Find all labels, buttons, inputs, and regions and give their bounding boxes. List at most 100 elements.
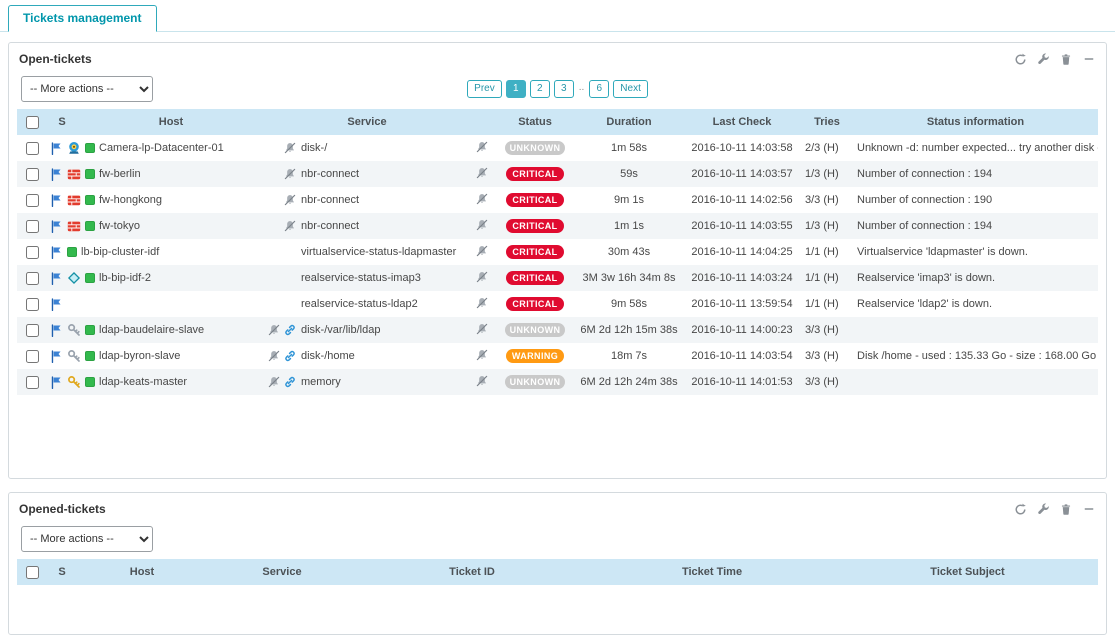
service-name[interactable]: nbr-connect bbox=[301, 220, 359, 232]
status-information: Virtualservice 'ldapmaster' is down. bbox=[853, 239, 1098, 265]
status-badge: CRITICAL bbox=[506, 193, 564, 207]
tries: 3/3 (H) bbox=[801, 317, 853, 343]
last-check: 2016-10-11 14:03:54 bbox=[683, 343, 801, 369]
host-up-square bbox=[67, 247, 77, 257]
host-name[interactable]: lb-bip-idf-2 bbox=[99, 272, 151, 284]
open-tickets-panel: Open-tickets -- More actions -- Prev123.… bbox=[8, 42, 1107, 479]
row-checkbox[interactable] bbox=[26, 324, 39, 337]
status-badge: CRITICAL bbox=[506, 167, 564, 181]
status-badge: WARNING bbox=[506, 349, 564, 363]
service-name[interactable]: memory bbox=[301, 376, 341, 388]
page-1-button[interactable]: 1 bbox=[506, 80, 526, 98]
flag-icon bbox=[49, 375, 63, 389]
status-badge: UNKNOWN bbox=[505, 375, 566, 389]
page-next-button[interactable]: Next bbox=[613, 80, 648, 98]
service-name[interactable]: nbr-connect bbox=[301, 168, 359, 180]
select-all-checkbox[interactable] bbox=[26, 116, 39, 129]
link-icon[interactable] bbox=[283, 375, 297, 389]
host-up-square bbox=[85, 273, 95, 283]
host-name[interactable]: fw-hongkong bbox=[99, 194, 162, 206]
page-2-button[interactable]: 2 bbox=[530, 80, 550, 98]
minimize-icon[interactable] bbox=[1082, 502, 1096, 516]
duration: 18m 7s bbox=[575, 343, 683, 369]
service-name[interactable]: disk-/var/lib/ldap bbox=[301, 324, 380, 336]
host-up-square bbox=[85, 195, 95, 205]
row-checkbox[interactable] bbox=[26, 194, 39, 207]
host-name[interactable]: ldap-byron-slave bbox=[99, 350, 180, 362]
loadbalancer-icon bbox=[67, 271, 81, 285]
host-name[interactable]: ldap-baudelaire-slave bbox=[99, 324, 204, 336]
flag-icon bbox=[49, 167, 63, 181]
minimize-icon[interactable] bbox=[1082, 52, 1096, 66]
opened-tickets-header: Opened-tickets bbox=[9, 493, 1106, 521]
duration: 3M 3w 16h 34m 8s bbox=[575, 265, 683, 291]
row-checkbox[interactable] bbox=[26, 272, 39, 285]
bell-muted-icon bbox=[475, 218, 489, 232]
host-name[interactable]: Camera-lp-Datacenter-01 bbox=[99, 142, 224, 154]
trash-icon[interactable] bbox=[1059, 52, 1073, 66]
host-name[interactable]: fw-tokyo bbox=[99, 220, 140, 232]
last-check: 2016-10-11 14:00:23 bbox=[683, 317, 801, 343]
col-host: Host bbox=[77, 559, 207, 585]
col-service: Service bbox=[265, 109, 469, 135]
page-6-button[interactable]: 6 bbox=[589, 80, 609, 98]
bell-muted-icon bbox=[475, 244, 489, 258]
service-name[interactable]: realservice-status-imap3 bbox=[301, 272, 421, 284]
service-name[interactable]: realservice-status-ldap2 bbox=[301, 298, 418, 310]
status-information: Number of connection : 194 bbox=[853, 161, 1098, 187]
last-check: 2016-10-11 13:59:54 bbox=[683, 291, 801, 317]
trash-icon[interactable] bbox=[1059, 502, 1073, 516]
row-checkbox[interactable] bbox=[26, 142, 39, 155]
select-all-checkbox[interactable] bbox=[26, 566, 39, 579]
col-ticket-subject: Ticket Subject bbox=[837, 559, 1098, 585]
page-prev-button[interactable]: Prev bbox=[467, 80, 502, 98]
host-name[interactable]: lb-bip-cluster-idf bbox=[81, 246, 159, 258]
service-icons bbox=[267, 141, 297, 155]
refresh-icon[interactable] bbox=[1013, 502, 1027, 516]
host-up-square bbox=[85, 377, 95, 387]
status-badge: UNKNOWN bbox=[505, 141, 566, 155]
duration: 59s bbox=[575, 161, 683, 187]
opened-tickets-title: Opened-tickets bbox=[19, 502, 106, 516]
opened-tickets-header-row: S Host Service Ticket ID Ticket Time Tic… bbox=[17, 559, 1098, 585]
service-name[interactable]: nbr-connect bbox=[301, 194, 359, 206]
last-check: 2016-10-11 14:03:58 bbox=[683, 135, 801, 161]
service-icons bbox=[267, 375, 297, 389]
bell-muted-icon bbox=[283, 219, 297, 233]
page-3-button[interactable]: 3 bbox=[554, 80, 574, 98]
tab-tickets-management[interactable]: Tickets management bbox=[8, 5, 157, 32]
wrench-icon[interactable] bbox=[1036, 52, 1050, 66]
link-icon[interactable] bbox=[283, 323, 297, 337]
open-tickets-table: S Host Service Status Duration Last Chec… bbox=[17, 109, 1098, 395]
firewall-icon bbox=[67, 167, 81, 181]
host-name[interactable]: ldap-keats-master bbox=[99, 376, 187, 388]
flag-icon bbox=[49, 297, 63, 311]
service-name[interactable]: virtualservice-status-ldapmaster bbox=[301, 246, 456, 258]
row-checkbox[interactable] bbox=[26, 220, 39, 233]
opened-tickets-tools bbox=[1013, 502, 1096, 516]
ticket-row: fw-berlinnbr-connectCRITICAL59s2016-10-1… bbox=[17, 161, 1098, 187]
row-checkbox[interactable] bbox=[26, 246, 39, 259]
open-tickets-title: Open-tickets bbox=[19, 52, 92, 66]
service-icons bbox=[267, 323, 297, 337]
wrench-icon[interactable] bbox=[1036, 502, 1050, 516]
service-name[interactable]: disk-/ bbox=[301, 142, 327, 154]
row-checkbox[interactable] bbox=[26, 350, 39, 363]
last-check: 2016-10-11 14:02:56 bbox=[683, 187, 801, 213]
tries: 1/1 (H) bbox=[801, 239, 853, 265]
status-badge: CRITICAL bbox=[506, 245, 564, 259]
status-information bbox=[853, 317, 1098, 343]
refresh-icon[interactable] bbox=[1013, 52, 1027, 66]
col-host: Host bbox=[77, 109, 265, 135]
row-checkbox[interactable] bbox=[26, 298, 39, 311]
host-name[interactable]: fw-berlin bbox=[99, 168, 141, 180]
row-checkbox[interactable] bbox=[26, 376, 39, 389]
more-actions-select[interactable]: -- More actions -- bbox=[21, 76, 153, 102]
bell-muted-icon bbox=[267, 349, 281, 363]
bell-muted-icon bbox=[475, 348, 489, 362]
link-icon[interactable] bbox=[283, 349, 297, 363]
row-checkbox[interactable] bbox=[26, 168, 39, 181]
more-actions-select[interactable]: -- More actions -- bbox=[21, 526, 153, 552]
tries: 1/1 (H) bbox=[801, 291, 853, 317]
service-name[interactable]: disk-/home bbox=[301, 350, 355, 362]
